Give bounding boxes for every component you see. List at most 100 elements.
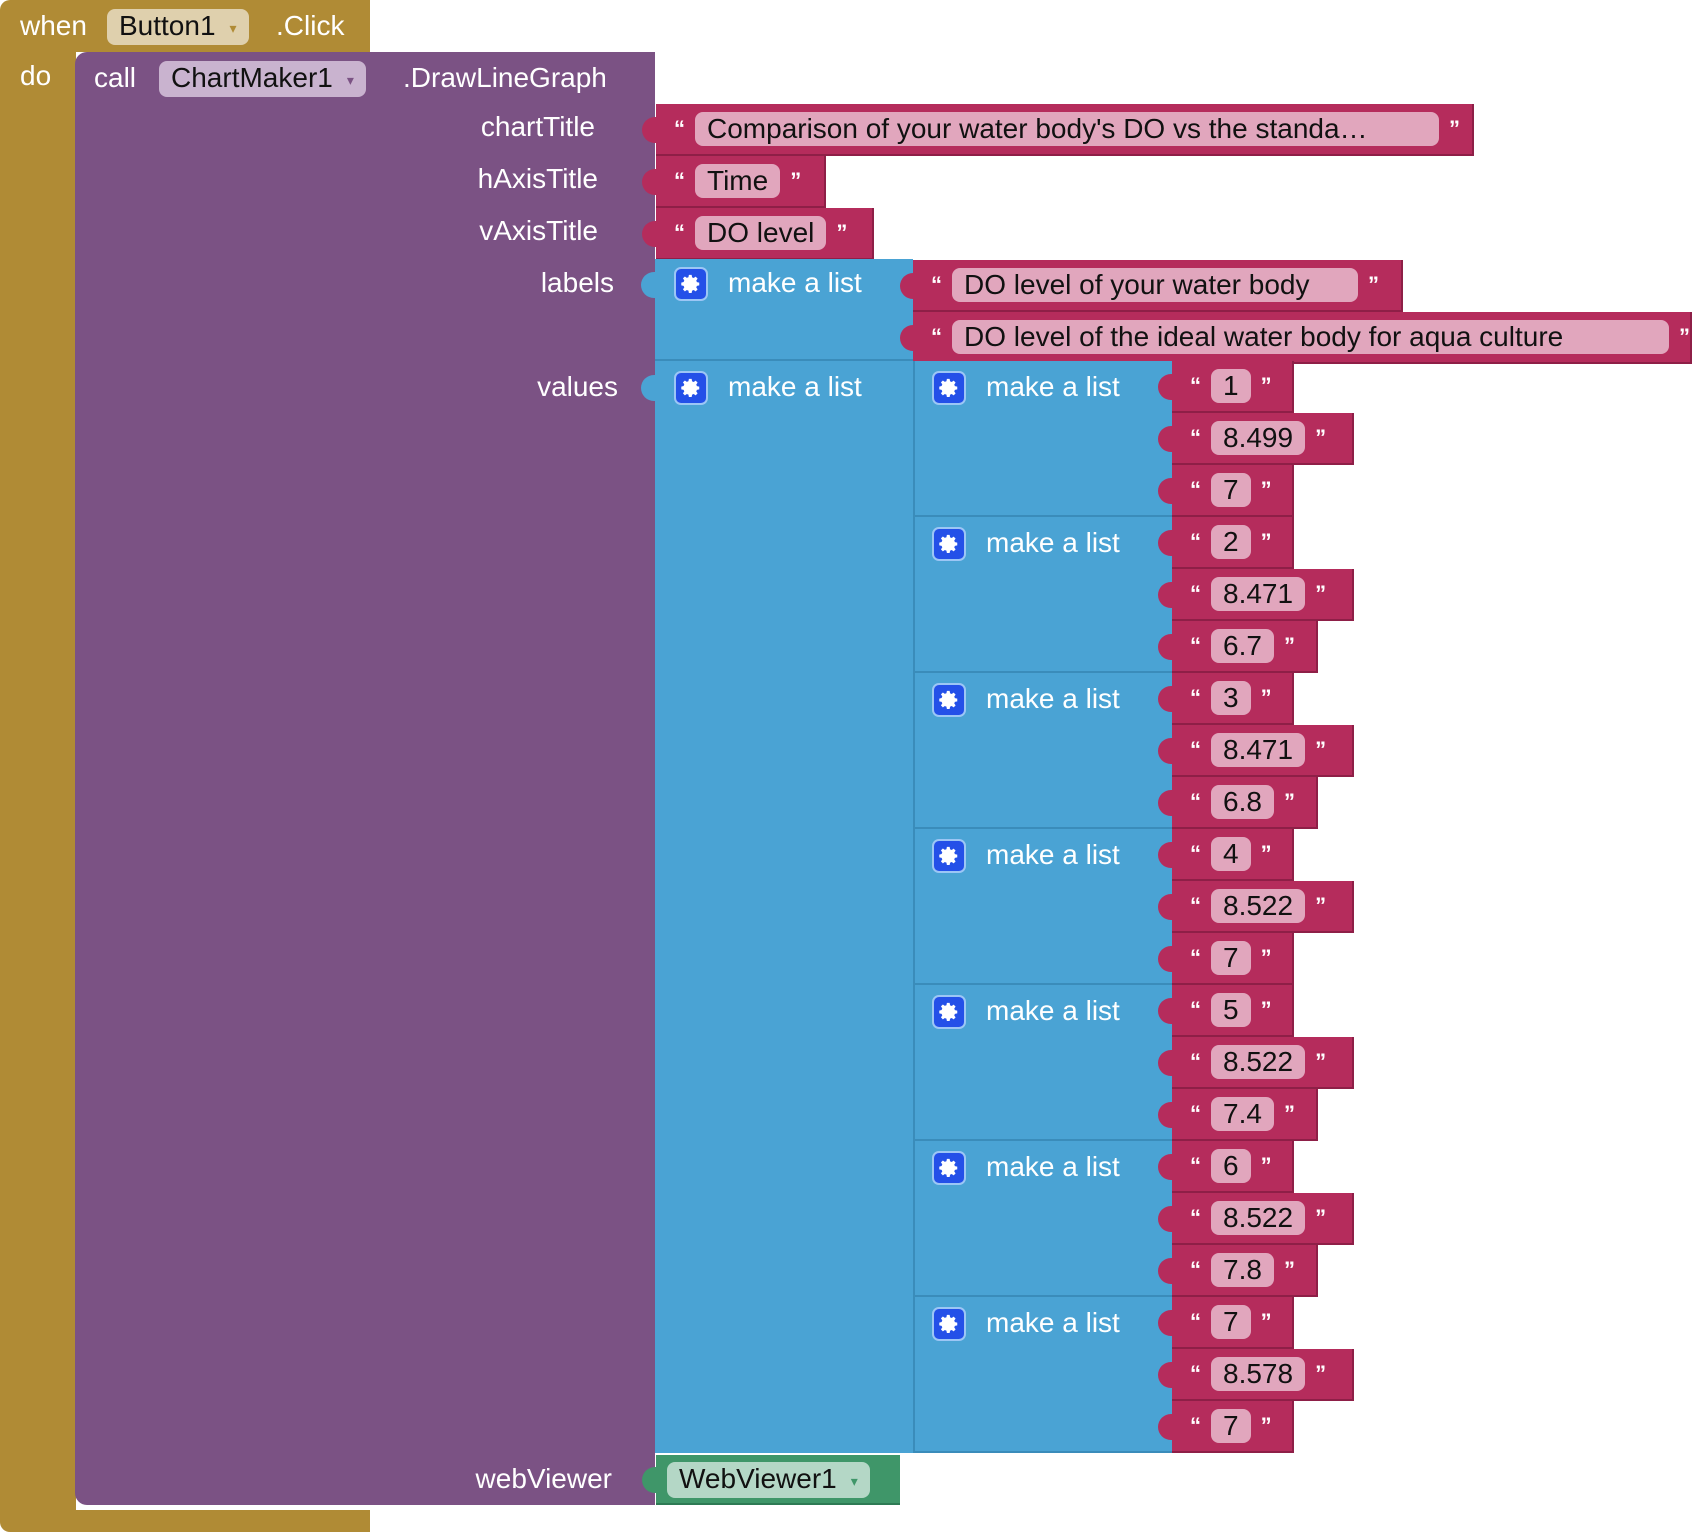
close-quote-icon: ” — [1260, 1153, 1272, 1178]
text-field[interactable]: 8.522 — [1211, 889, 1306, 923]
open-quote-icon: “ — [1190, 737, 1201, 762]
text-block-label-2[interactable]: “ DO level of the ideal water body for a… — [913, 312, 1692, 364]
text-block-value[interactable]: “ 6.8 ” — [1172, 777, 1318, 829]
gear-icon[interactable] — [932, 839, 966, 873]
close-quote-icon: ” — [790, 168, 802, 193]
close-quote-icon: ” — [1260, 685, 1272, 710]
component-name: ChartMaker1 — [171, 62, 333, 93]
text-block-value[interactable]: “ 8.522 ” — [1172, 1193, 1354, 1245]
component-dropdown-button1[interactable]: Button1 ▾ — [107, 9, 249, 45]
gear-icon[interactable] — [932, 1151, 966, 1185]
make-a-list-values[interactable] — [655, 361, 913, 1453]
text-block-value[interactable]: “ 6.7 ” — [1172, 621, 1318, 673]
text-block-value[interactable]: “ 7 ” — [1172, 933, 1294, 985]
text-field[interactable]: DO level of the ideal water body for aqu… — [952, 320, 1669, 354]
text-block-value[interactable]: “ 8.499 ” — [1172, 413, 1354, 465]
text-field[interactable]: 8.578 — [1211, 1357, 1306, 1391]
close-quote-icon: ” — [1315, 737, 1327, 762]
text-field[interactable]: 1 — [1211, 369, 1251, 403]
event-block-bottom — [0, 1510, 370, 1532]
gear-icon[interactable] — [932, 1307, 966, 1341]
open-quote-icon: “ — [1190, 1205, 1201, 1230]
text-field[interactable]: 8.522 — [1211, 1045, 1306, 1079]
text-block-value[interactable]: “ 5 ” — [1172, 985, 1294, 1037]
close-quote-icon: ” — [1260, 373, 1272, 398]
gear-icon[interactable] — [674, 371, 708, 405]
text-field[interactable]: Comparison of your water body's DO vs th… — [695, 112, 1439, 146]
close-quote-icon: ” — [1283, 1257, 1295, 1282]
gear-icon[interactable] — [932, 995, 966, 1029]
text-field[interactable]: 5 — [1211, 993, 1251, 1027]
close-quote-icon: ” — [1260, 841, 1272, 866]
text-block-vaxistitle[interactable]: “ DO level ” — [656, 208, 874, 260]
text-block-value[interactable]: “ 7 ” — [1172, 1401, 1294, 1453]
make-a-list-label: make a list — [728, 267, 862, 298]
text-field[interactable]: 8.522 — [1211, 1201, 1306, 1235]
text-block-value[interactable]: “ 4 ” — [1172, 829, 1294, 881]
open-quote-icon: “ — [1190, 1413, 1201, 1438]
text-field[interactable]: DO level — [695, 216, 827, 250]
open-quote-icon: “ — [1190, 529, 1201, 554]
open-quote-icon: “ — [1190, 1049, 1201, 1074]
text-block-value[interactable]: “ 8.522 ” — [1172, 1037, 1354, 1089]
text-field[interactable]: 7 — [1211, 1305, 1251, 1339]
text-field[interactable]: 7.4 — [1211, 1097, 1274, 1131]
text-field[interactable]: 3 — [1211, 681, 1251, 715]
text-block-value[interactable]: “ 8.578 ” — [1172, 1349, 1354, 1401]
open-quote-icon: “ — [1190, 1361, 1201, 1386]
text-block-value[interactable]: “ 7 ” — [1172, 1297, 1294, 1349]
param-label-haxistitle: hAxisTitle — [477, 163, 598, 194]
text-block-charttitle[interactable]: “ Comparison of your water body's DO vs … — [656, 104, 1474, 156]
gear-icon[interactable] — [932, 527, 966, 561]
open-quote-icon: “ — [1190, 997, 1201, 1022]
gear-icon[interactable] — [932, 371, 966, 405]
text-field[interactable]: 4 — [1211, 837, 1251, 871]
text-field[interactable]: 7.8 — [1211, 1253, 1274, 1287]
component-dropdown-webviewer1[interactable]: WebViewer1 ▾ — [667, 1462, 870, 1498]
text-block-value[interactable]: “ 8.471 ” — [1172, 569, 1354, 621]
text-block-value[interactable]: “ 8.471 ” — [1172, 725, 1354, 777]
component-dropdown-chartmaker1[interactable]: ChartMaker1 ▾ — [159, 61, 366, 97]
text-field[interactable]: DO level of your water body — [952, 268, 1358, 302]
open-quote-icon: “ — [1190, 685, 1201, 710]
text-block-value[interactable]: “ 3 ” — [1172, 673, 1294, 725]
text-field[interactable]: 8.471 — [1211, 733, 1306, 767]
close-quote-icon: ” — [1679, 324, 1690, 349]
make-a-list-label: make a list — [986, 839, 1120, 870]
close-quote-icon: ” — [1368, 272, 1379, 297]
text-field[interactable]: 7 — [1211, 1409, 1251, 1443]
param-label-values: values — [537, 371, 618, 402]
close-quote-icon: ” — [1260, 945, 1272, 970]
text-block-haxistitle[interactable]: “ Time ” — [656, 156, 826, 208]
close-quote-icon: ” — [1315, 1361, 1327, 1386]
component-name: WebViewer1 — [679, 1463, 837, 1494]
close-quote-icon: ” — [1315, 1205, 1327, 1230]
text-field[interactable]: 6.8 — [1211, 785, 1274, 819]
text-field[interactable]: 8.499 — [1211, 421, 1306, 455]
text-field[interactable]: 6.7 — [1211, 629, 1274, 663]
close-quote-icon: ” — [1283, 633, 1295, 658]
close-quote-icon: ” — [1260, 1413, 1272, 1438]
text-block-value[interactable]: “ 2 ” — [1172, 517, 1294, 569]
dropdown-arrow-icon: ▾ — [346, 71, 354, 88]
text-field[interactable]: 7 — [1211, 941, 1251, 975]
gear-icon[interactable] — [674, 267, 708, 301]
gear-icon[interactable] — [932, 683, 966, 717]
make-a-list-label: make a list — [986, 1151, 1120, 1182]
text-field[interactable]: 6 — [1211, 1149, 1251, 1183]
open-quote-icon: “ — [1190, 373, 1201, 398]
text-block-value[interactable]: “ 7.8 ” — [1172, 1245, 1318, 1297]
text-block-value[interactable]: “ 1 ” — [1172, 361, 1294, 413]
open-quote-icon: “ — [1190, 945, 1201, 970]
text-block-value[interactable]: “ 7.4 ” — [1172, 1089, 1318, 1141]
text-block-label-1[interactable]: “ DO level of your water body ” — [913, 260, 1403, 312]
open-quote-icon: “ — [1190, 841, 1201, 866]
text-block-value[interactable]: “ 7 ” — [1172, 465, 1294, 517]
text-block-value[interactable]: “ 8.522 ” — [1172, 881, 1354, 933]
text-field[interactable]: Time — [695, 164, 781, 198]
close-quote-icon: ” — [1315, 1049, 1327, 1074]
text-field[interactable]: 2 — [1211, 525, 1251, 559]
text-block-value[interactable]: “ 6 ” — [1172, 1141, 1294, 1193]
text-field[interactable]: 7 — [1211, 473, 1251, 507]
text-field[interactable]: 8.471 — [1211, 577, 1306, 611]
